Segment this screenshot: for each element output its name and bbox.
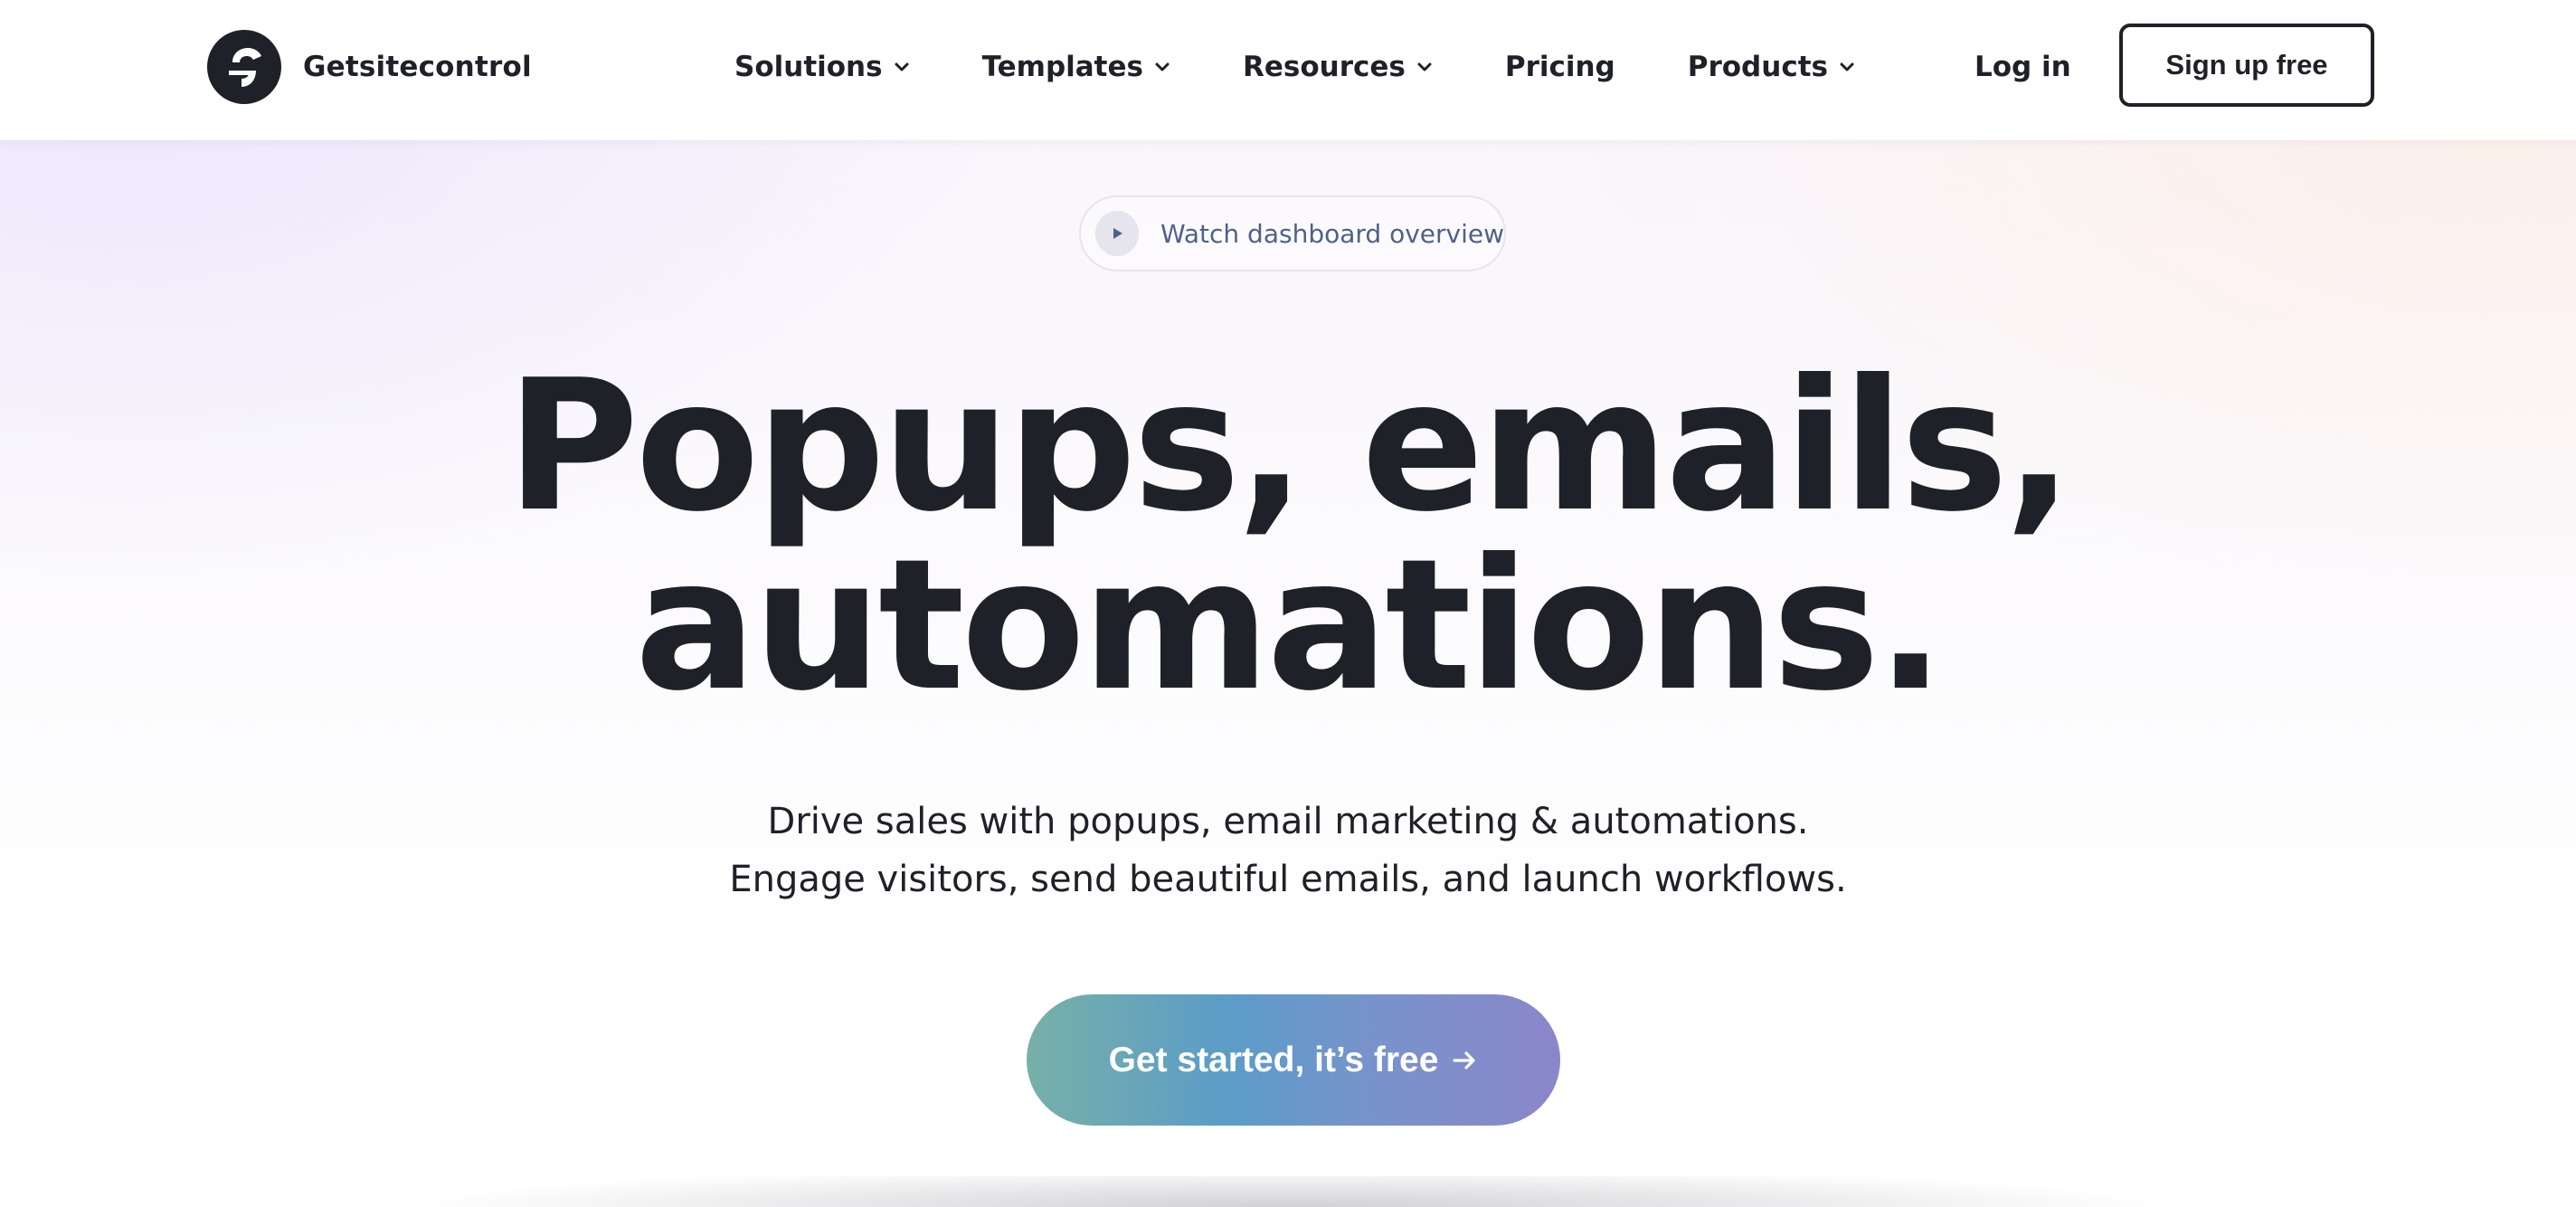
chevron-down-icon: [894, 59, 910, 75]
nav-item-solutions[interactable]: Solutions: [734, 51, 910, 83]
brand-link[interactable]: Getsitecontrol: [207, 30, 532, 104]
nav-item-label: Pricing: [1504, 51, 1615, 83]
hero-headline: Popups, emails, automations.: [0, 341, 2576, 731]
nav-item-label: Templates: [981, 51, 1143, 83]
nav-item-templates[interactable]: Templates: [982, 51, 1170, 83]
headline-line-2: automations.: [634, 520, 1946, 731]
watch-overview-button[interactable]: Watch dashboard overview: [1079, 195, 1506, 271]
get-started-button[interactable]: Get started, it’s free: [1027, 994, 1560, 1126]
chevron-down-icon: [1154, 59, 1170, 75]
getsitecontrol-logo-icon: [207, 30, 281, 104]
nav-item-label: Resources: [1242, 51, 1406, 83]
site-header: Getsitecontrol Solutions Templates Resou…: [0, 0, 2576, 140]
play-icon: [1095, 211, 1139, 256]
subtext-line-2: Engage visitors, send beautiful emails, …: [729, 859, 1847, 900]
brand-name: Getsitecontrol: [303, 51, 532, 83]
nav-item-products[interactable]: Products: [1688, 51, 1855, 83]
arrow-right-icon: [1451, 1047, 1478, 1074]
nav-item-pricing[interactable]: Pricing: [1505, 51, 1615, 83]
login-link[interactable]: Log in: [1975, 44, 2071, 90]
watch-overview-label: Watch dashboard overview: [1160, 218, 1504, 249]
main-nav: Solutions Templates Resources Pricing Pr…: [734, 44, 1855, 90]
chevron-down-icon: [1416, 59, 1433, 75]
nav-item-label: Solutions: [734, 51, 883, 83]
get-started-label: Get started, it’s free: [1108, 1040, 1439, 1079]
hero-subtext: Drive sales with popups, email marketing…: [0, 793, 2576, 908]
signup-button[interactable]: Sign up free: [2119, 24, 2374, 107]
subtext-line-1: Drive sales with popups, email marketing…: [767, 801, 1809, 842]
chevron-down-icon: [1839, 59, 1855, 75]
dashboard-preview-edge: [181, 1176, 2395, 1207]
nav-item-resources[interactable]: Resources: [1243, 51, 1433, 83]
headline-line-1: Popups, emails,: [506, 341, 2073, 552]
nav-item-label: Products: [1687, 51, 1828, 83]
